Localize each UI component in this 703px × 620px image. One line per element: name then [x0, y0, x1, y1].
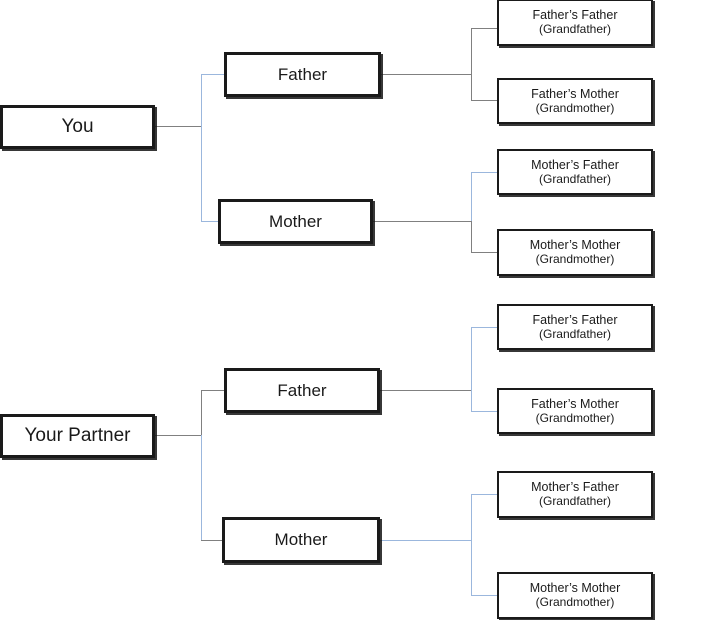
node-your-partner-label: Your Partner	[24, 425, 131, 447]
connector-partner-mother-to-split	[380, 540, 471, 541]
node-you-mother-mother[interactable]: Mother’s Mother (Grandmother)	[497, 229, 653, 276]
connector-you-to-father	[201, 74, 225, 75]
node-you-father-father-line1: Father’s Father	[532, 8, 618, 23]
connector-you-to-split	[155, 126, 202, 127]
connector-you-to-mother	[201, 221, 219, 222]
connector-partner-mother-to-grandmother	[471, 595, 498, 596]
connector-partner-split-vertical-upper	[201, 390, 202, 435]
node-you-father-mother-line1: Father’s Mother	[531, 86, 619, 101]
node-partner-father[interactable]: Father	[224, 368, 380, 413]
node-partner-father-label: Father	[277, 380, 327, 400]
node-partner-mother-mother[interactable]: Mother’s Mother (Grandmother)	[497, 572, 653, 619]
node-partner-father-father[interactable]: Father’s Father (Grandfather)	[497, 304, 653, 350]
node-partner-mother-father[interactable]: Mother’s Father (Grandfather)	[497, 471, 653, 518]
node-you-mother-label: Mother	[269, 211, 322, 231]
connector-partner-father-to-grandmother	[471, 411, 498, 412]
node-you-father[interactable]: Father	[224, 52, 381, 97]
connector-partner-father-to-split	[380, 390, 471, 391]
node-you-mother-father-line2: (Grandfather)	[538, 171, 612, 186]
node-partner-mother-mother-line1: Mother’s Mother	[529, 581, 621, 596]
connector-partner-mother-to-grandfather	[471, 494, 498, 495]
connector-partner-father-to-grandfather	[471, 327, 498, 328]
node-you[interactable]: You	[0, 105, 155, 149]
node-partner-father-mother-line1: Father’s Mother	[531, 396, 619, 411]
connector-mother-to-grandmother	[471, 252, 498, 253]
connector-mother-to-split	[372, 221, 471, 222]
connector-mother-split-vertical-lower	[471, 221, 472, 253]
connector-partner-to-split	[155, 435, 202, 436]
node-you-mother-mother-line2: (Grandmother)	[535, 252, 615, 267]
node-your-partner[interactable]: Your Partner	[0, 414, 155, 458]
node-you-father-mother-line2: (Grandmother)	[535, 100, 615, 115]
node-you-father-father[interactable]: Father’s Father (Grandfather)	[497, 0, 653, 46]
connector-you-split-vertical	[201, 74, 202, 222]
node-you-father-father-line2: (Grandfather)	[538, 22, 612, 37]
node-partner-father-father-line2: (Grandfather)	[538, 326, 612, 341]
connector-partner-split-vertical-lower	[201, 435, 202, 540]
node-you-mother-father[interactable]: Mother’s Father (Grandfather)	[497, 149, 653, 195]
connector-partner-mother-split-vertical	[471, 494, 472, 596]
node-partner-father-father-line1: Father’s Father	[532, 312, 618, 327]
node-partner-mother-mother-line2: (Grandmother)	[535, 595, 615, 610]
connector-mother-to-grandfather	[471, 172, 498, 173]
node-you-father-label: Father	[277, 64, 328, 84]
node-you-label: You	[61, 116, 94, 138]
connector-father-to-split	[381, 74, 471, 75]
connector-mother-split-vertical-upper	[471, 172, 472, 221]
connector-partner-father-split-vertical	[471, 327, 472, 412]
node-you-mother-father-line1: Mother’s Father	[531, 157, 619, 172]
node-partner-father-mother-line2: (Grandmother)	[535, 410, 615, 425]
family-tree-diagram: You Father Mother Father’s Father (Grand…	[0, 0, 703, 620]
node-you-mother[interactable]: Mother	[218, 199, 373, 244]
connector-father-split-vertical	[471, 28, 472, 101]
node-partner-mother-father-line1: Mother’s Father	[531, 480, 619, 495]
node-partner-father-mother[interactable]: Father’s Mother (Grandmother)	[497, 388, 653, 434]
connector-partner-to-mother	[201, 540, 223, 541]
node-partner-mother-father-line2: (Grandfather)	[538, 494, 612, 509]
node-you-father-mother[interactable]: Father’s Mother (Grandmother)	[497, 78, 653, 124]
node-partner-mother[interactable]: Mother	[222, 517, 380, 563]
node-you-mother-mother-line1: Mother’s Mother	[529, 238, 621, 253]
node-partner-mother-label: Mother	[274, 530, 328, 550]
connector-father-to-grandfather	[471, 28, 498, 29]
connector-partner-to-father	[201, 390, 225, 391]
connector-father-to-grandmother	[471, 100, 498, 101]
